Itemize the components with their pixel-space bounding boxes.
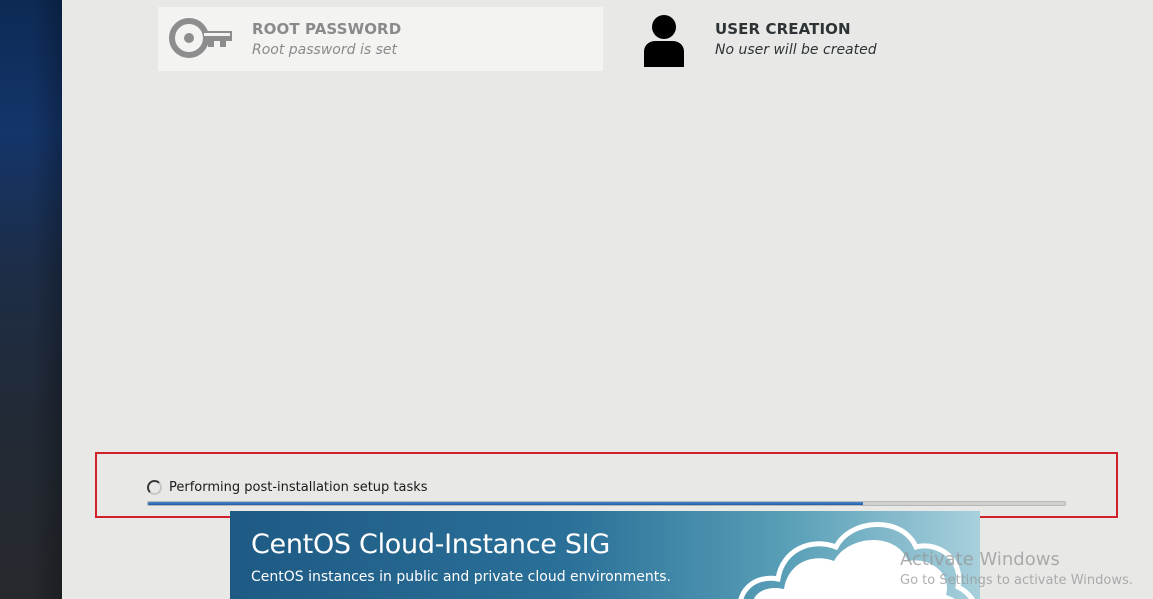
banner-subtitle: CentOS instances in public and private c… <box>251 569 671 585</box>
root-password-title: ROOT PASSWORD <box>252 20 402 38</box>
spinner-icon <box>147 480 162 495</box>
progress-status-row: Performing post-installation setup tasks <box>147 480 428 495</box>
banner-title: CentOS Cloud-Instance SIG <box>251 529 610 560</box>
root-password-text: ROOT PASSWORD Root password is set <box>252 20 401 58</box>
key-icon <box>168 17 234 63</box>
activation-watermark: Activate Windows Go to Settings to activ… <box>900 549 1133 588</box>
product-banner: CentOS Cloud-Instance SIG CentOS instanc… <box>230 511 980 599</box>
progress-bar <box>147 501 1066 506</box>
user-creation-text: USER CREATION No user will be created <box>715 20 877 58</box>
root-password-status: Root password is set <box>252 42 397 58</box>
user-icon <box>643 14 685 72</box>
root-password-spoke[interactable]: ROOT PASSWORD Root password is set <box>158 7 603 71</box>
installer-window: ROOT PASSWORD Root password is set USER … <box>0 0 1153 599</box>
user-creation-title: USER CREATION <box>715 20 851 38</box>
installation-progress-hub: ROOT PASSWORD Root password is set USER … <box>62 0 1153 599</box>
watermark-title: Activate Windows <box>900 549 1060 570</box>
progress-status-text: Performing post-installation setup tasks <box>169 480 428 495</box>
progress-bar-fill <box>148 502 864 505</box>
progress-highlight-box: Performing post-installation setup tasks <box>95 452 1118 518</box>
installer-sidebar <box>0 0 62 599</box>
user-creation-spoke[interactable]: USER CREATION No user will be created <box>633 7 1078 71</box>
watermark-subtitle: Go to Settings to activate Windows. <box>900 573 1133 588</box>
user-creation-status: No user will be created <box>715 42 877 58</box>
